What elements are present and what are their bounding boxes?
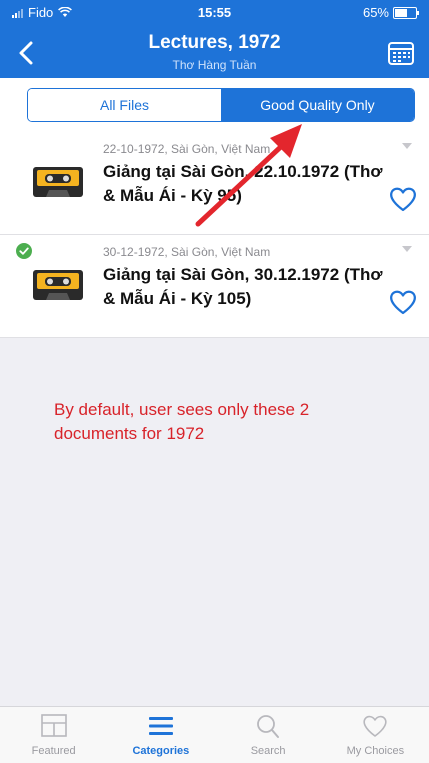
tab-search[interactable]: Search [215,707,322,763]
document-list: 22-10-1972, Sài Gòn, Việt Nam Giảng tại … [0,132,429,338]
featured-icon [40,714,67,737]
item-title: Giảng tại Sài Gòn, 30.12.1972 (Thơ & Mẫu… [103,265,383,308]
tab-my-choices[interactable]: My Choices [322,707,429,763]
list-item[interactable]: 22-10-1972, Sài Gòn, Việt Nam Giảng tại … [0,132,429,235]
page-subtitle: Thơ Hàng Tuần [172,58,257,72]
tab-categories[interactable]: Categories [107,707,214,763]
segment-all-files[interactable]: All Files [28,89,221,121]
list-icon [148,717,173,735]
quality-filter: All Files Good Quality Only [27,88,415,122]
item-meta: 22-10-1972, Sài Gòn, Việt Nam [103,142,271,156]
heart-icon [363,715,387,737]
battery-label: 65% [362,5,389,20]
chevron-down-icon[interactable] [401,142,413,150]
tab-featured[interactable]: Featured [0,707,107,763]
filter-bar: All Files Good Quality Only [0,78,429,132]
item-meta: 30-12-1972, Sài Gòn, Việt Nam [103,245,271,259]
tab-label: Featured [31,745,76,757]
cassette-icon [33,167,83,197]
calendar-icon[interactable] [387,40,415,66]
segment-good-quality[interactable]: Good Quality Only [221,89,414,121]
tab-label: Search [250,745,286,757]
status-bar: Fido 15:55 65% [0,0,429,24]
heart-icon[interactable] [389,289,417,315]
annotation-note: By default, user sees only these 2 docum… [54,400,310,443]
cassette-icon [33,270,83,300]
list-item[interactable]: 30-12-1972, Sài Gòn, Việt Nam Giảng tại … [0,235,429,338]
check-circle-icon [16,243,32,259]
heart-icon[interactable] [389,186,417,212]
tab-label: Categories [132,745,190,757]
search-icon [257,715,280,738]
header: Fido 15:55 65% Lectures, 1972 Thơ Hàng T… [0,0,429,78]
battery-icon [393,6,419,19]
tab-bar: Featured Categories Search My Choices [0,706,429,763]
chevron-down-icon[interactable] [401,245,413,253]
item-title: Giảng tại Sài Gòn, 22.10.1972 (Thơ & Mẫu… [103,162,383,205]
page-title: Lectures, 1972 [148,32,281,53]
tab-label: My Choices [346,745,405,757]
